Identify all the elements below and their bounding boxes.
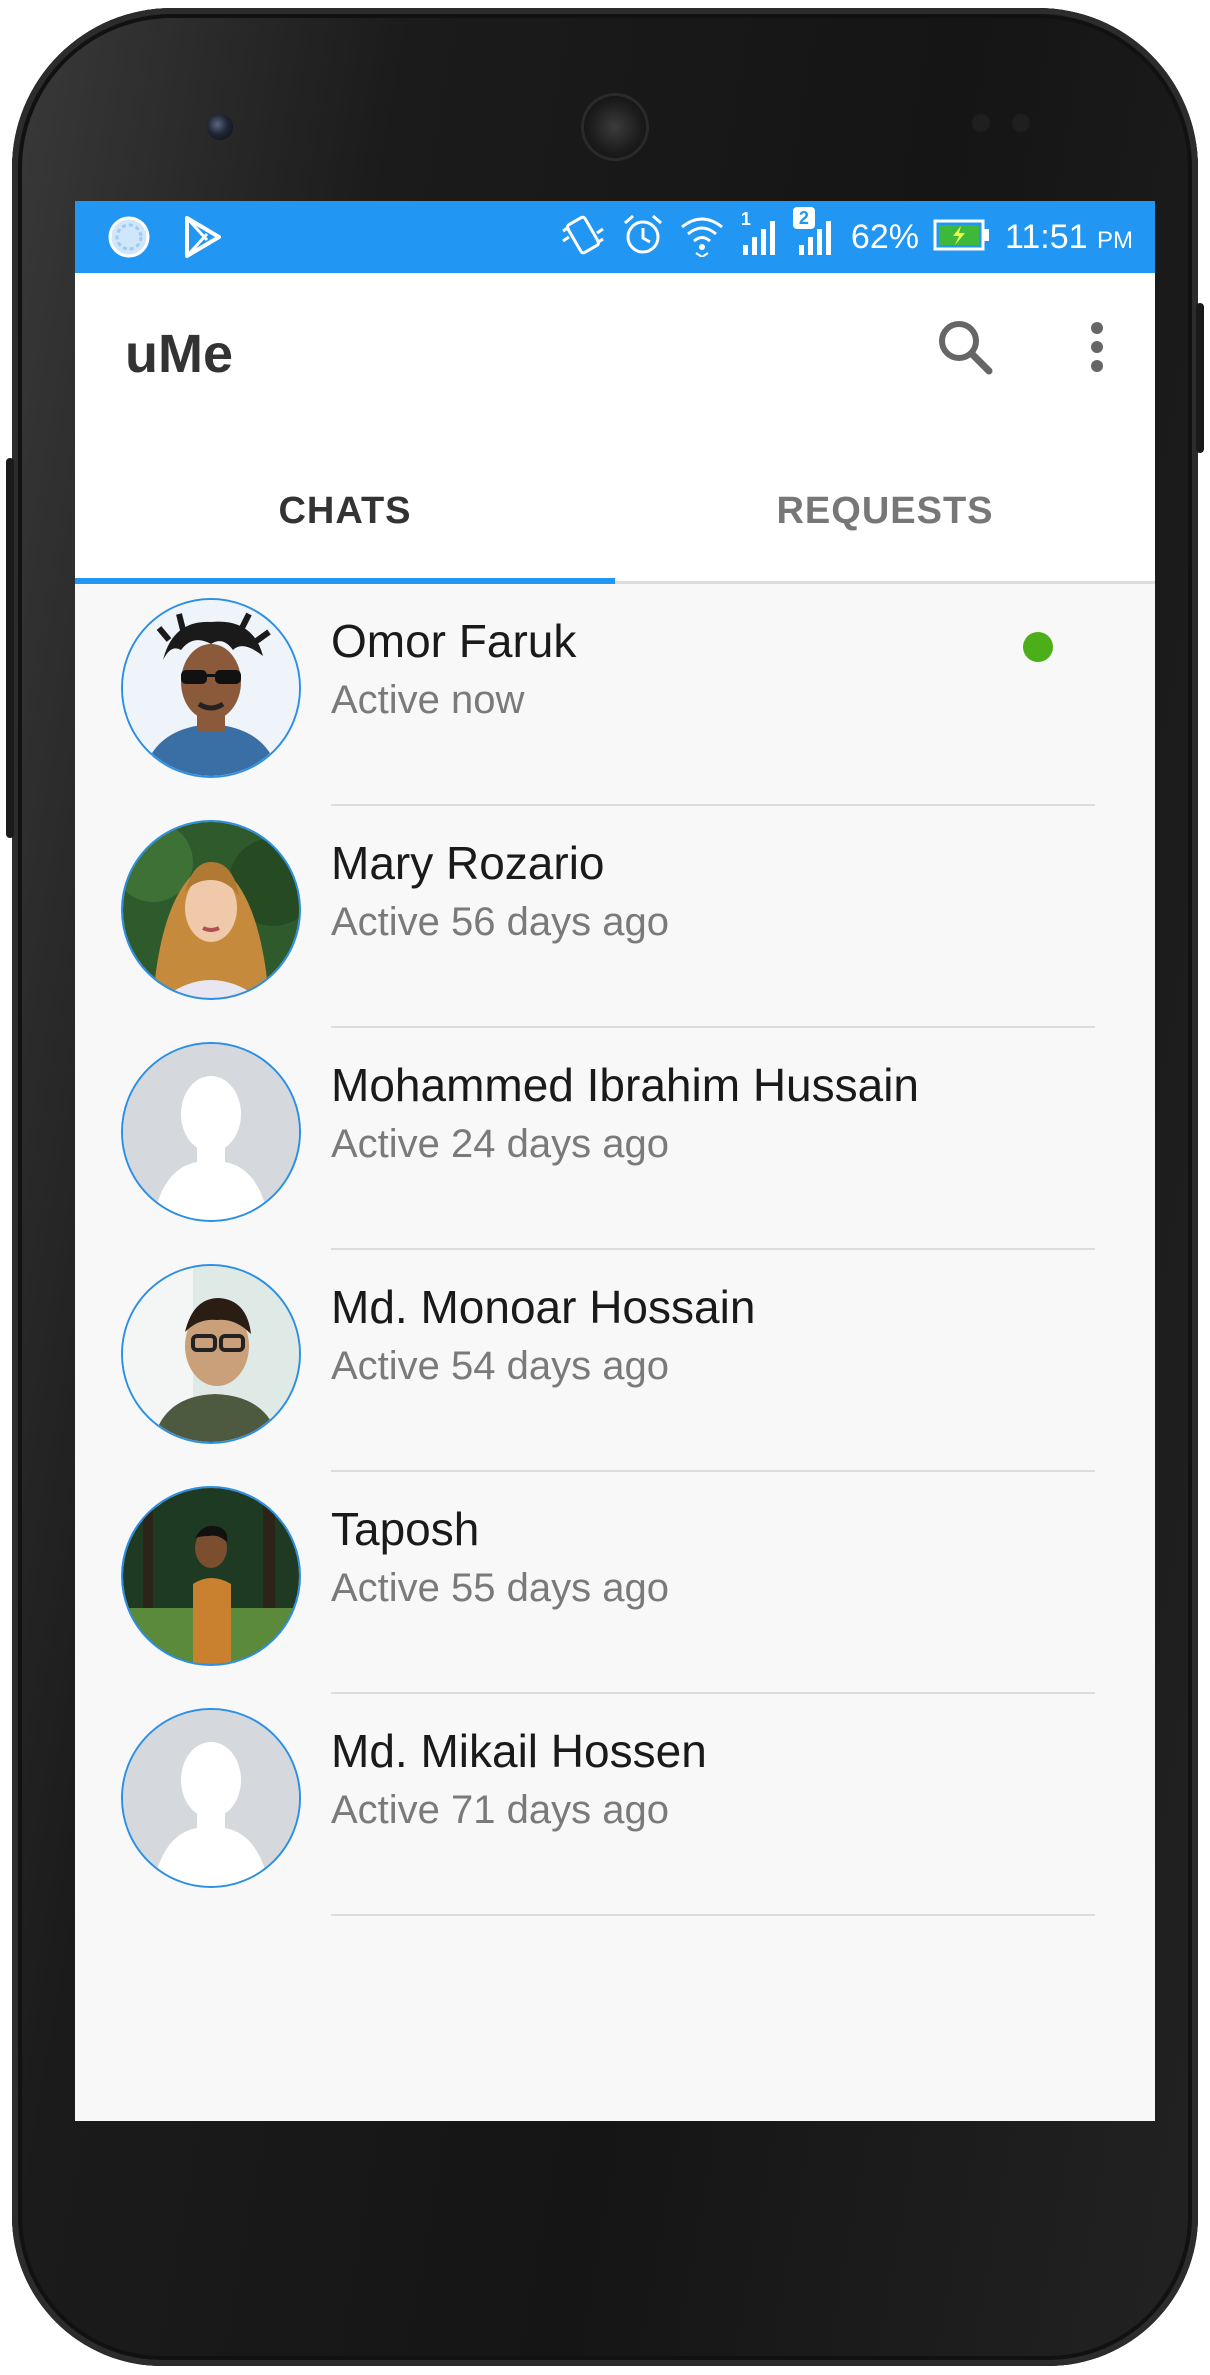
app-bar: uMe <box>75 273 1155 441</box>
contact-status: Active 71 days ago <box>331 1788 669 1832</box>
chat-list: Omor Faruk Active now Mary Rozario Activ… <box>75 584 1155 1916</box>
clock-time: 11:51 <box>1004 217 1088 256</box>
volume-button <box>1196 303 1204 453</box>
overflow-menu-button[interactable] <box>1067 311 1127 387</box>
signal-sim1-icon: 1 <box>739 209 781 262</box>
divider <box>331 1914 1095 1916</box>
contact-status: Active 24 days ago <box>331 1122 669 1166</box>
screen: 1 2 62% 11:51 PM uMe CHATS REQUESTS Omor… <box>75 201 1155 2121</box>
contact-name: Omor Faruk <box>331 615 577 667</box>
chat-row[interactable]: Mary Rozario Active 56 days ago <box>75 806 1155 1028</box>
phone-frame: 1 2 62% 11:51 PM uMe CHATS REQUESTS Omor… <box>6 8 1204 2366</box>
contact-name: Mohammed Ibrahim Hussain <box>331 1059 920 1111</box>
contact-name: Taposh <box>331 1503 480 1555</box>
light-sensor <box>1012 114 1030 132</box>
battery-percent: 62% <box>850 217 919 256</box>
power-button <box>6 458 14 838</box>
search-icon <box>935 317 995 382</box>
app-title: uMe <box>125 324 233 384</box>
contact-name: Md. Mikail Hossen <box>331 1725 707 1777</box>
contact-status: Active 56 days ago <box>331 900 669 944</box>
avatar <box>121 598 301 778</box>
proximity-sensor <box>972 114 990 132</box>
earpiece-speaker <box>584 96 646 158</box>
contact-name: Md. Monoar Hossain <box>331 1281 756 1333</box>
chat-row[interactable]: Omor Faruk Active now <box>75 584 1155 806</box>
default-avatar-icon <box>123 1710 299 1886</box>
clock-ampm: PM <box>1097 226 1133 254</box>
play-store-icon <box>183 215 223 264</box>
tab-requests[interactable]: REQUESTS <box>615 441 1155 581</box>
contact-status: Active 54 days ago <box>331 1344 669 1388</box>
loading-icon <box>107 215 151 264</box>
more-vert-icon <box>1089 321 1105 378</box>
search-button[interactable] <box>927 311 1003 387</box>
avatar <box>121 820 301 1000</box>
sim2-label: 2 <box>792 206 815 229</box>
tab-bar: CHATS REQUESTS <box>75 441 1155 584</box>
contact-status: Active now <box>331 678 525 722</box>
status-bar: 1 2 62% 11:51 PM <box>75 201 1155 273</box>
chat-row[interactable]: Taposh Active 55 days ago <box>75 1472 1155 1694</box>
tab-chats[interactable]: CHATS <box>75 441 615 581</box>
alarm-icon <box>621 213 665 262</box>
chat-row[interactable]: Md. Monoar Hossain Active 54 days ago <box>75 1250 1155 1472</box>
chat-row[interactable]: Md. Mikail Hossen Active 71 days ago <box>75 1694 1155 1916</box>
contact-name: Mary Rozario <box>331 837 605 889</box>
avatar <box>121 1042 301 1222</box>
wifi-icon <box>679 213 725 262</box>
avatar <box>121 1264 301 1444</box>
sim1-label: 1 <box>740 208 751 229</box>
battery-charging-icon <box>933 218 991 257</box>
avatar <box>121 1486 301 1666</box>
contact-status: Active 55 days ago <box>331 1566 669 1610</box>
online-indicator <box>1023 632 1053 662</box>
vibrate-icon <box>559 213 607 262</box>
avatar <box>121 1708 301 1888</box>
default-avatar-icon <box>123 1044 299 1220</box>
front-camera <box>207 114 233 140</box>
chat-row[interactable]: Mohammed Ibrahim Hussain Active 24 days … <box>75 1028 1155 1250</box>
signal-sim2-icon: 2 <box>792 206 837 262</box>
